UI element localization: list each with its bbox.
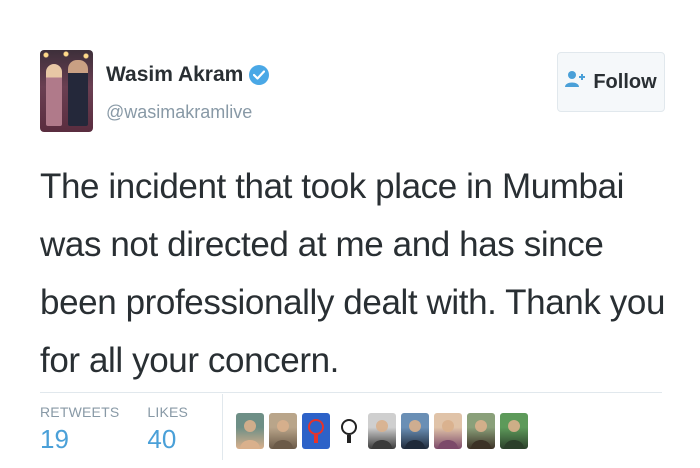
liker-avatar[interactable] (269, 413, 297, 449)
liker-avatar[interactable] (500, 413, 528, 449)
tweet-header: Wasim Akram @wasimakramlive Follow (40, 50, 665, 134)
likes-label: LIKES (147, 404, 189, 420)
retweets-stat[interactable]: RETWEETS 19 (40, 404, 119, 464)
profile-avatar[interactable] (40, 50, 93, 132)
divider (40, 392, 662, 393)
liker-avatar[interactable] (236, 413, 264, 449)
liker-avatar[interactable] (302, 413, 330, 449)
user-handle[interactable]: @wasimakramlive (106, 102, 252, 123)
retweets-count[interactable]: 19 (40, 424, 119, 455)
follow-button[interactable]: Follow (557, 52, 665, 112)
retweets-label: RETWEETS (40, 404, 120, 420)
liker-avatar[interactable] (335, 413, 363, 449)
likes-count[interactable]: 40 (147, 424, 188, 455)
tweet-text: The incident that took place in Mumbai w… (40, 167, 666, 380)
display-name-text[interactable]: Wasim Akram (106, 63, 243, 87)
verified-badge-icon (249, 65, 270, 85)
liker-avatar[interactable] (401, 413, 429, 449)
tweet-stats: RETWEETS 19 LIKES 40 (40, 404, 216, 464)
likes-stat[interactable]: LIKES 40 (147, 404, 188, 464)
liker-avatars (236, 413, 528, 449)
stats-separator (222, 394, 223, 460)
follow-label: Follow (593, 70, 657, 93)
liker-avatar[interactable] (434, 413, 462, 449)
liker-avatar[interactable] (467, 413, 495, 449)
liker-avatar[interactable] (368, 413, 396, 449)
add-user-icon (565, 70, 587, 94)
display-name[interactable]: Wasim Akram (106, 63, 270, 87)
